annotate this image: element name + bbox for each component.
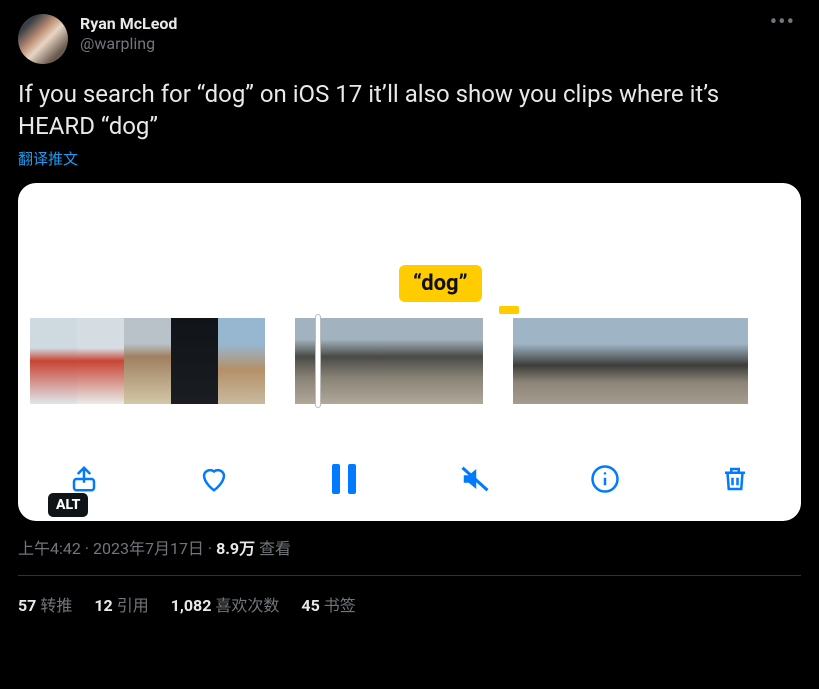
timeline-clip[interactable] xyxy=(30,318,265,404)
tweet-date[interactable]: 2023年7月17日 xyxy=(93,539,204,558)
view-label: 查看 xyxy=(255,539,291,558)
media-toolbar xyxy=(18,461,801,497)
view-count: 8.9万 xyxy=(216,539,255,558)
quotes-stat[interactable]: 12引用 xyxy=(94,592,148,616)
video-timeline[interactable] xyxy=(18,318,801,404)
tweet-header: Ryan McLeod @warpling ••• xyxy=(18,14,801,64)
author-handle: @warpling xyxy=(80,34,752,54)
alt-badge[interactable]: ALT xyxy=(48,493,88,517)
caption-bubble: “dog” xyxy=(399,265,482,302)
pause-icon[interactable] xyxy=(326,461,362,497)
author-display-name: Ryan McLeod xyxy=(80,14,752,34)
timeline-clip[interactable] xyxy=(295,318,483,404)
mute-icon[interactable] xyxy=(457,461,493,497)
avatar[interactable] xyxy=(18,14,68,64)
tweet-container: Ryan McLeod @warpling ••• If you search … xyxy=(0,0,819,628)
more-icon[interactable]: ••• xyxy=(764,14,801,32)
info-icon[interactable] xyxy=(587,461,623,497)
bookmarks-stat[interactable]: 45书签 xyxy=(301,592,355,616)
stats-row: 57转推 12引用 1,082喜欢次数 45书签 xyxy=(18,576,801,616)
likes-stat[interactable]: 1,082喜欢次数 xyxy=(171,592,280,616)
share-icon[interactable] xyxy=(66,461,102,497)
playhead[interactable] xyxy=(315,314,321,408)
timeline-clip[interactable] xyxy=(513,318,748,404)
trash-icon[interactable] xyxy=(717,461,753,497)
tweet-time[interactable]: 上午4:42 xyxy=(18,539,81,558)
translate-link[interactable]: 翻译推文 xyxy=(18,148,78,169)
retweets-stat[interactable]: 57转推 xyxy=(18,592,72,616)
tweet-text: If you search for “dog” on iOS 17 it’ll … xyxy=(18,78,801,142)
heart-icon[interactable] xyxy=(196,461,232,497)
author-block[interactable]: Ryan McLeod @warpling xyxy=(80,14,752,54)
caption-marker xyxy=(499,306,519,314)
tweet-meta: 上午4:42 · 2023年7月17日 · 8.9万 查看 xyxy=(18,535,801,559)
media-attachment[interactable]: “dog” xyxy=(18,183,801,521)
